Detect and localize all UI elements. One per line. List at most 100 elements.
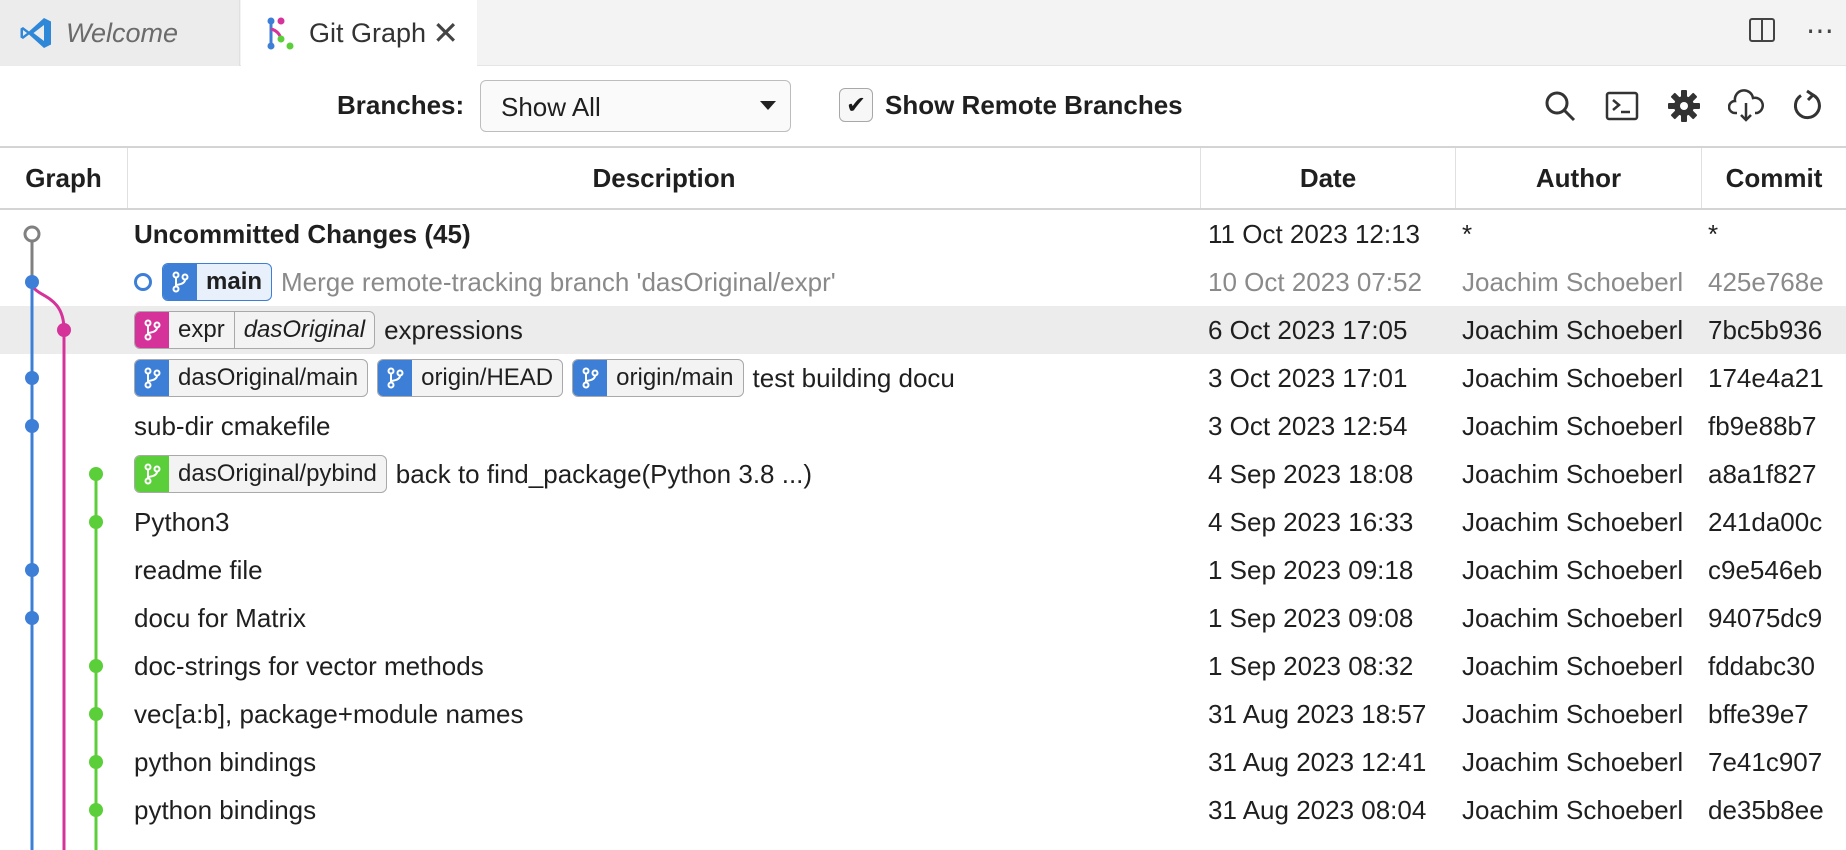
commit-hash: fb9e88b7 (1708, 410, 1817, 441)
vscode-logo-icon (20, 18, 51, 48)
commit-node (89, 467, 103, 481)
commit-date: 31 Aug 2023 18:57 (1208, 698, 1427, 729)
commit-row[interactable]: sub-dir cmakefile 3 Oct 2023 12:54 Joachim… (0, 402, 1846, 450)
branch-label[interactable]: origin/HEAD (377, 359, 564, 397)
commit-date: 1 Sep 2023 09:18 (1208, 554, 1414, 585)
branches-dropdown[interactable]: Show All (480, 80, 791, 132)
branch-name: dasOriginal/main (178, 364, 359, 391)
commit-node (89, 803, 103, 817)
split-editor-icon[interactable] (1744, 12, 1780, 48)
commit-description-cell: expr dasOriginal expressions (134, 306, 1200, 354)
commit-node (25, 371, 39, 385)
more-actions-icon[interactable]: ⋯ (1802, 12, 1838, 48)
commit-hash: 7e41c907 (1708, 746, 1823, 777)
commit-description-cell: Python3 (134, 498, 1200, 546)
commit-description-cell: Uncommitted Changes (45) (134, 210, 1200, 258)
branch-label[interactable]: dasOriginal/main (134, 359, 369, 397)
commit-description-cell: python bindings (134, 786, 1200, 834)
commit-author: Joachim Schoeberl (1462, 554, 1684, 585)
commit-table-header: Graph Description Date Author Commit (0, 148, 1846, 210)
commit-row[interactable]: main Merge remote-tracking branch 'dasOri… (0, 258, 1846, 306)
commit-author: Joachim Schoeberl (1462, 362, 1684, 393)
commit-node (25, 611, 39, 625)
commit-author: Joachim Schoeberl (1462, 458, 1684, 489)
commit-hash: c9e546eb (1708, 554, 1823, 585)
commit-message: back to find_package(Python 3.8 ...) (395, 458, 813, 489)
commit-date: 4 Sep 2023 18:08 (1208, 458, 1414, 489)
commit-node (57, 323, 71, 337)
refresh-icon[interactable] (1788, 86, 1828, 126)
commit-hash: 241da00c (1708, 506, 1823, 537)
commit-row[interactable]: vec[a:b], package+module names 31 Aug 202… (0, 690, 1846, 738)
commit-row[interactable]: Python3 4 Sep 2023 16:33 Joachim Schoeberl… (0, 498, 1846, 546)
commit-author: Joachim Schoeberl (1462, 506, 1684, 537)
cloud-download-icon[interactable] (1726, 86, 1766, 126)
commit-date: 11 Oct 2023 12:13 (1208, 218, 1421, 249)
close-tab-icon[interactable]: ✕ (432, 14, 459, 52)
commit-hash: 94075dc9 (1708, 602, 1823, 633)
commit-node (23, 225, 41, 243)
commit-author: Joachim Schoeberl (1462, 266, 1684, 297)
branches-label: Branches: (337, 90, 465, 120)
branch-name: main (206, 268, 263, 295)
column-header-graph[interactable]: Graph (0, 148, 128, 208)
column-header-description[interactable]: Description (128, 148, 1201, 208)
terminal-icon[interactable] (1602, 86, 1642, 126)
tab-git-graph-label: Git Graph (309, 17, 427, 48)
commit-node (25, 563, 39, 577)
commit-date: 6 Oct 2023 17:05 (1208, 314, 1408, 345)
branch-icon (135, 456, 169, 492)
commit-row[interactable]: doc-strings for vector methods 1 Sep 2023… (0, 642, 1846, 690)
column-header-date[interactable]: Date (1201, 148, 1456, 208)
commit-author: Joachim Schoeberl (1462, 650, 1684, 681)
commit-graph (23, 225, 103, 850)
commit-hash: bffe39e7 (1708, 698, 1809, 729)
column-header-author[interactable]: Author (1456, 148, 1702, 208)
branch-icon (135, 360, 169, 396)
branch-icon (378, 360, 413, 396)
chevron-down-icon (760, 101, 776, 110)
branch-icon (163, 264, 197, 300)
commit-author: Joachim Schoeberl (1462, 314, 1684, 345)
branch-label[interactable]: main (162, 263, 273, 301)
tab-git-graph[interactable]: Git Graph ✕ (241, 0, 477, 66)
branch-name: origin/main (616, 364, 734, 391)
column-header-commit[interactable]: Commit (1702, 148, 1846, 208)
commit-node (25, 275, 39, 289)
commit-row[interactable]: python bindings 31 Aug 2023 08:04 Joachim … (0, 786, 1846, 834)
branch-name: dasOriginal/pybind (178, 460, 377, 487)
branch-label[interactable]: expr dasOriginal (134, 311, 376, 349)
commit-row[interactable]: dasOriginal/pybind back to find_package(P… (0, 450, 1846, 498)
commit-date: 4 Sep 2023 16:33 (1208, 506, 1414, 537)
commit-message: python bindings (134, 746, 317, 777)
commit-hash: * (1708, 218, 1719, 249)
commit-node (25, 419, 39, 433)
commit-node (89, 515, 103, 529)
tab-welcome-label: Welcome (66, 17, 179, 48)
commit-row[interactable]: docu for Matrix 1 Sep 2023 09:08 Joachim S… (0, 594, 1846, 642)
commit-hash: 174e4a21 (1708, 362, 1824, 393)
commit-row[interactable]: readme file 1 Sep 2023 09:18 Joachim Schoe… (0, 546, 1846, 594)
branch-label[interactable]: dasOriginal/pybind (134, 455, 387, 493)
commit-row[interactable]: Uncommitted Changes (45) 11 Oct 2023 12:1… (0, 210, 1846, 258)
show-remote-branches-checkbox[interactable]: ✔ (839, 88, 873, 122)
commit-date: 31 Aug 2023 08:04 (1208, 794, 1427, 825)
commit-row[interactable]: dasOriginal/main origin/HEAD origin/main te… (0, 354, 1846, 402)
commit-table: Uncommitted Changes (45) 11 Oct 2023 12:1… (0, 210, 1846, 850)
commit-node (89, 755, 103, 769)
commit-author: Joachim Schoeberl (1462, 698, 1684, 729)
commit-node (89, 707, 103, 721)
git-graph-controls: Branches: Show All ✔ Show Remote Branche… (0, 66, 1846, 148)
gear-icon[interactable] (1664, 86, 1704, 126)
branch-label[interactable]: origin/main (572, 359, 744, 397)
tab-welcome[interactable]: Welcome (0, 0, 240, 66)
commit-row[interactable]: python bindings 31 Aug 2023 12:41 Joachim … (0, 738, 1846, 786)
search-icon[interactable] (1540, 86, 1580, 126)
commit-description-cell: doc-strings for vector methods (134, 642, 1200, 690)
commit-date: 31 Aug 2023 12:41 (1208, 746, 1427, 777)
commit-message: python bindings (134, 794, 317, 825)
commit-author: * (1462, 218, 1473, 249)
branch-name: expr (178, 316, 225, 343)
commit-row[interactable]: expr dasOriginal expressions 6 Oct 2023 17:… (0, 306, 1846, 354)
show-remote-branches-label[interactable]: Show Remote Branches (885, 90, 1183, 121)
